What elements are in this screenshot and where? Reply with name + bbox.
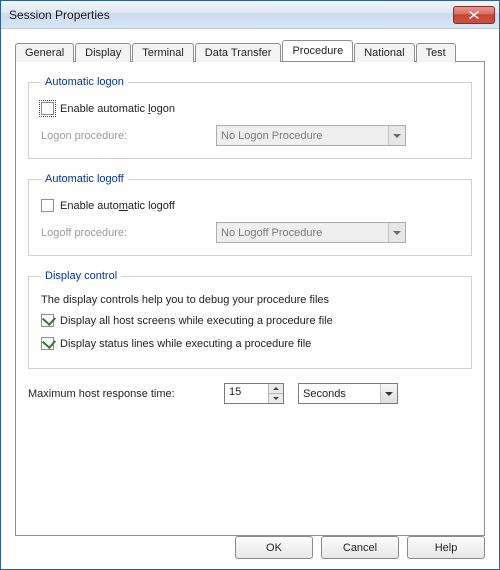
group-legend-logon: Automatic logon (41, 76, 128, 88)
session-properties-window: Session Properties General Display Termi… (0, 0, 500, 570)
select-logon-procedure-value: No Logon Procedure (221, 130, 323, 142)
checkbox-enable-logon[interactable] (41, 102, 54, 115)
tab-data-transfer[interactable]: Data Transfer (195, 43, 282, 62)
group-automatic-logon: Automatic logon Enable automatic logon L… (28, 76, 472, 159)
tab-bar: General Display Terminal Data Transfer P… (15, 39, 485, 61)
group-legend-display-control: Display control (41, 270, 121, 282)
chevron-down-icon (388, 223, 405, 242)
checkbox-enable-logoff[interactable] (41, 199, 54, 212)
help-button[interactable]: Help (407, 536, 485, 559)
checkbox-display-all-host[interactable] (41, 314, 54, 327)
cancel-button[interactable]: Cancel (321, 536, 399, 559)
spinner-value[interactable]: 15 (225, 384, 268, 403)
label-logon-procedure: Logon procedure: (41, 130, 216, 142)
label-enable-logoff: Enable automatic logoff (60, 200, 175, 212)
select-logoff-procedure-value: No Logoff Procedure (221, 227, 322, 239)
window-title: Session Properties (9, 8, 453, 22)
close-button[interactable] (453, 6, 495, 24)
tab-terminal[interactable]: Terminal (132, 43, 194, 62)
row-max-response-time: Maximum host response time: 15 Seconds (28, 383, 472, 404)
group-automatic-logoff: Automatic logoff Enable automatic logoff… (28, 173, 472, 256)
select-logon-procedure[interactable]: No Logon Procedure (216, 125, 406, 146)
dialog-button-bar: OK Cancel Help (235, 536, 485, 559)
spinner-buttons (268, 384, 283, 403)
tab-procedure[interactable]: Procedure (282, 40, 353, 61)
label-max-response-time: Maximum host response time: (28, 388, 224, 400)
group-legend-logoff: Automatic logoff (41, 173, 128, 185)
label-display-status-lines: Display status lines while executing a p… (60, 338, 311, 350)
ok-button[interactable]: OK (235, 536, 313, 559)
chevron-down-icon (388, 126, 405, 145)
tab-display[interactable]: Display (75, 43, 131, 62)
tab-national[interactable]: National (354, 43, 414, 62)
label-logoff-procedure: Logoff procedure: (41, 227, 216, 239)
display-control-help-text: The display controls help you to debug y… (41, 294, 459, 306)
label-display-all-host: Display all host screens while executing… (60, 315, 333, 327)
close-icon (469, 11, 479, 19)
spinner-max-response-time[interactable]: 15 (224, 383, 284, 404)
tab-test[interactable]: Test (416, 43, 456, 62)
group-display-control: Display control The display controls hel… (28, 270, 472, 369)
checkbox-display-status-lines[interactable] (41, 337, 54, 350)
spinner-down-button[interactable] (269, 393, 283, 403)
chevron-down-icon (380, 384, 397, 403)
tab-general[interactable]: General (15, 43, 74, 62)
tab-panel-procedure: Automatic logon Enable automatic logon L… (15, 61, 485, 536)
select-logoff-procedure[interactable]: No Logoff Procedure (216, 222, 406, 243)
select-response-unit[interactable]: Seconds (298, 383, 398, 404)
titlebar: Session Properties (1, 1, 499, 29)
select-response-unit-value: Seconds (303, 388, 346, 400)
label-enable-logon: Enable automatic logon (60, 103, 175, 115)
spinner-up-button[interactable] (269, 384, 283, 393)
